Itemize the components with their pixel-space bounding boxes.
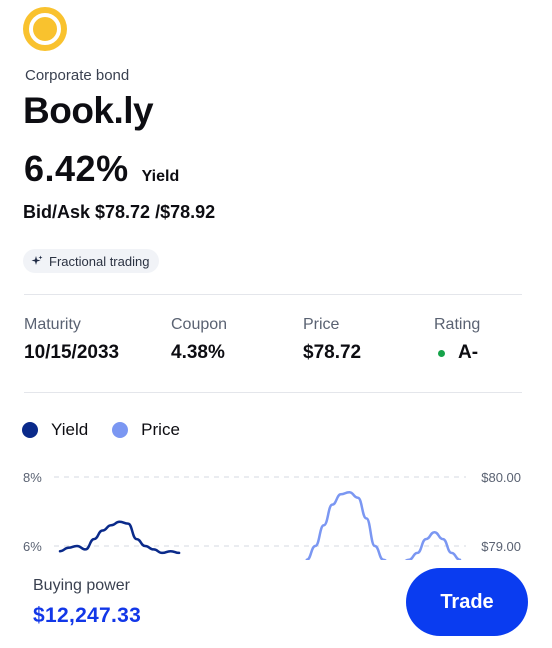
stat-label: Rating — [434, 316, 481, 333]
stat-value: 4.38% — [171, 342, 225, 363]
buying-power-label: Buying power — [33, 577, 130, 594]
stat-coupon: Coupon 4.38% — [171, 316, 227, 364]
stat-label: Coupon — [171, 316, 228, 333]
buying-power-value: $12,247.33 — [33, 604, 142, 627]
yield-row: 6.42% Yield — [24, 148, 179, 190]
series-line-price — [305, 490, 462, 560]
fractional-trading-chip[interactable]: Fractional trading — [23, 249, 160, 273]
divider-bottom — [24, 392, 522, 393]
yield-label: Yield — [141, 168, 180, 185]
stat-value: 10/15/2033 — [24, 342, 120, 363]
chip-label: Fractional trading — [49, 253, 150, 269]
rating-dot — [438, 349, 445, 357]
bid-ask: Bid/Ask $78.72 /$78.92 — [23, 202, 216, 222]
rating-value: A- — [458, 342, 479, 363]
stat-value: A- — [434, 342, 480, 364]
legend-label-yield: Yield — [51, 420, 89, 439]
legend-item-price[interactable]: Price — [112, 420, 180, 440]
legend-label-price: Price — [141, 420, 180, 439]
trade-button[interactable]: Trade — [406, 568, 528, 636]
bond-type-label: Corporate bond — [25, 67, 130, 84]
legend-dot-price — [112, 422, 129, 438]
stat-label: Maturity — [24, 316, 81, 333]
footer-bar: Buying power $12,247.33 Trade — [0, 560, 552, 648]
stat-maturity: Maturity 10/15/2033 — [24, 316, 119, 364]
stat-price: Price $78.72 — [303, 316, 361, 364]
divider-top — [24, 294, 522, 295]
right-tick-bottom: $79.00 — [481, 539, 521, 554]
stat-value: $78.72 — [303, 342, 362, 363]
chart-legend: Yield Price — [22, 420, 204, 440]
yield-value: 6.42% — [24, 148, 129, 189]
left-tick-bottom: 6% — [23, 539, 42, 554]
left-tick-top: 8% — [23, 470, 42, 485]
sparkle-icon — [31, 255, 43, 265]
legend-dot-yield — [22, 422, 38, 438]
legend-item-yield[interactable]: Yield — [22, 420, 88, 440]
bond-logo — [23, 7, 67, 51]
stat-label: Price — [303, 316, 340, 333]
stat-rating: Rating A- — [434, 316, 480, 364]
series-line-yield — [58, 520, 181, 555]
series-layer — [58, 490, 462, 560]
right-tick-top: $80.00 — [481, 470, 521, 485]
yield-price-chart: 8% 6% $80.00 $79.00 — [23, 470, 521, 560]
bond-name: Book.ly — [23, 90, 154, 131]
